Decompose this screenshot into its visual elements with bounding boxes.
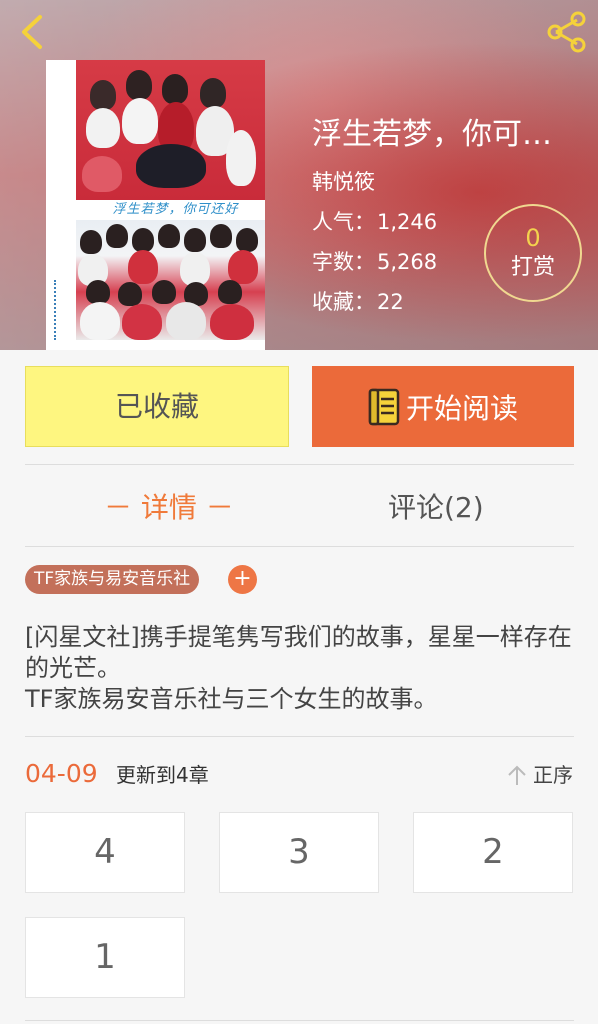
divider: [25, 736, 574, 737]
back-icon[interactable]: [14, 12, 54, 52]
book-icon: [368, 388, 400, 425]
sort-order-button[interactable]: 正序: [507, 760, 573, 790]
book-detail-page: 浮生若梦，你可还好 浮生若梦，你可… 韩悦筱 人气：1,246 字数：5,268…: [0, 0, 598, 1024]
tip-count: 0: [525, 224, 541, 252]
chapter-button[interactable]: 1: [25, 917, 185, 998]
book-description: [闪星文社]携手提笔隽写我们的故事，星星一样存在的光芒。 TF家族易安音乐社与三…: [25, 622, 573, 715]
stat-favorites-value: 22: [377, 290, 404, 314]
share-icon[interactable]: [544, 10, 588, 54]
chapter-button[interactable]: 2: [413, 812, 573, 893]
book-title: 浮生若梦，你可…: [312, 117, 552, 152]
tab-detail[interactable]: － 详情 －: [104, 486, 234, 530]
divider: [25, 546, 574, 547]
chapter-button[interactable]: 4: [25, 812, 185, 893]
book-header: 浮生若梦，你可还好 浮生若梦，你可… 韩悦筱 人气：1,246 字数：5,268…: [0, 0, 598, 350]
tip-label: 打赏: [510, 255, 555, 280]
stat-popularity: 人气：1,246: [312, 206, 437, 236]
stat-favorites: 收藏：22: [312, 286, 404, 316]
tip-button[interactable]: 0 打赏: [484, 204, 582, 302]
stat-words-label: 字数：: [312, 250, 375, 274]
cover-photo-bottom: [76, 220, 265, 340]
cover-caption: 浮生若梦，你可还好: [112, 202, 239, 217]
description-line: TF家族易安音乐社与三个女生的故事。: [25, 685, 438, 713]
book-author[interactable]: 韩悦筱: [312, 166, 375, 196]
stat-popularity-label: 人气：: [312, 210, 375, 234]
arrow-up-icon: [508, 765, 526, 785]
cover-photo-top: [76, 60, 265, 200]
cover-vertical-text: [54, 280, 64, 340]
stat-favorites-label: 收藏：: [312, 290, 375, 314]
stat-words-value: 5,268: [377, 250, 438, 274]
book-cover[interactable]: 浮生若梦，你可还好: [46, 60, 265, 350]
stat-words: 字数：5,268: [312, 246, 437, 276]
stat-popularity-value: 1,246: [377, 210, 438, 234]
update-status: 更新到4章: [116, 763, 209, 787]
description-line: [闪星文社]携手提笔隽写我们的故事，星星一样存在的光芒。: [25, 623, 572, 682]
collected-button[interactable]: 已收藏: [25, 366, 289, 447]
update-date: 04-09: [25, 759, 98, 788]
tag-chip[interactable]: TF家族与易安音乐社: [25, 565, 200, 594]
sort-order-label: 正序: [533, 763, 573, 787]
start-reading-button[interactable]: 开始阅读: [312, 366, 574, 447]
divider: [25, 1020, 574, 1021]
divider: [25, 464, 574, 465]
chapter-button[interactable]: 3: [219, 812, 379, 893]
add-tag-button[interactable]: +: [228, 565, 257, 594]
start-reading-label: 开始阅读: [405, 391, 518, 425]
tab-comments[interactable]: 评论(2): [388, 486, 484, 530]
